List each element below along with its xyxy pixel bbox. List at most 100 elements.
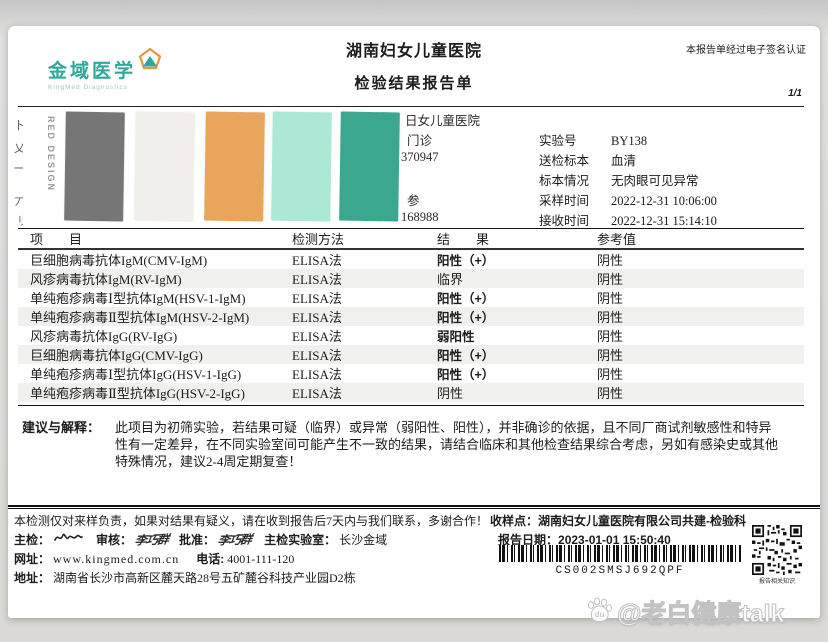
watermark-handle: @老白健康talk xyxy=(617,594,784,630)
website-value: www.kingmed.com.cn xyxy=(53,552,179,566)
phone-value: 4001-111-120 xyxy=(227,552,294,566)
qr-caption: 报告相关知识 xyxy=(752,576,802,585)
cell-ref: 阴性 xyxy=(597,249,804,269)
address-label: 地址： xyxy=(14,571,50,585)
website-line: 网址： www.kingmed.com.cn 电话: 4001-111-120 xyxy=(14,550,294,567)
table-row: 单纯疱疹病毒Ⅰ型抗体IgM(HSV-1-IgM)ELISA法阳性（+）阴性 xyxy=(18,288,804,307)
cell-method: ELISA法 xyxy=(292,249,437,269)
cell-ref: 阴性 xyxy=(597,288,804,307)
covered-label-fragment: 刂 xyxy=(14,212,23,228)
covered-label-fragment: 一 xyxy=(14,160,23,176)
kingmed-logo-subtitle: KingMed Diagnostics xyxy=(48,84,136,91)
patient-info-row: 接收时间2022-12-31 15:14:10 xyxy=(539,210,717,229)
patient-info-row: 标本情况无肉眼可见异常 xyxy=(539,170,699,189)
signature-line: 主检： 审核： 李巧群 批准： 李巧群 主检实验室： 长沙金域 xyxy=(14,531,387,548)
column-header-item: 项 目 xyxy=(18,229,292,249)
collection-point-value: 湖南妇女儿童医院有限公司共建-检验科 xyxy=(538,514,746,528)
page-number: 1/1 xyxy=(788,88,802,99)
patient-info-value: 2022-12-31 10:06:00 xyxy=(611,194,717,209)
color-swatch xyxy=(204,112,265,222)
overlay-vertical-text: RED DESIGN xyxy=(46,116,56,192)
covered-label-fragment: 丆 xyxy=(14,194,23,210)
kingmed-logo-name: 金域医学 xyxy=(48,56,136,83)
cell-ref: 阴性 xyxy=(597,345,804,364)
patient-info-row: 采样时间2022-12-31 10:06:00 xyxy=(539,190,717,209)
patient-info-fragment: 门诊 xyxy=(407,130,432,149)
cell-method: ELISA法 xyxy=(292,307,437,326)
cell-result: 阳性（+） xyxy=(437,345,597,364)
cell-result: 阳性（+） xyxy=(437,307,597,326)
cell-item: 单纯疱疹病毒Ⅱ型抗体IgM(HSV-2-IgM) xyxy=(18,307,292,326)
qr-code xyxy=(752,525,802,575)
cell-item: 巨细胞病毒抗体IgM(CMV-IgM) xyxy=(18,249,292,269)
patient-info-label: 实验号 xyxy=(539,130,611,149)
color-swatch xyxy=(339,112,400,222)
cell-item: 风疹病毒抗体IgG(RV-IgG) xyxy=(18,326,292,345)
address-line: 地址： 湖南省长沙市高新区麓天路28号五矿麓谷科技产业园D2栋 xyxy=(14,569,356,586)
advice-label: 建议与解释： xyxy=(22,417,100,436)
barcode xyxy=(499,545,741,562)
kingmed-diamond-icon xyxy=(138,48,162,75)
header-divider xyxy=(18,106,804,107)
covered-label-fragment: 卜 xyxy=(14,117,23,133)
cell-item: 巨细胞病毒抗体IgG(CMV-IgG) xyxy=(18,345,292,364)
results-table: 项 目 检测方法 结 果 参考值 巨细胞病毒抗体IgM(CMV-IgM)ELIS… xyxy=(18,229,804,402)
table-bottom-rule xyxy=(18,405,804,406)
cell-item: 单纯疱疹病毒Ⅰ型抗体IgM(HSV-1-IgM) xyxy=(18,288,292,307)
address-value: 湖南省长沙市高新区麓天路28号五矿麓谷科技产业园D2栋 xyxy=(53,571,356,585)
collection-point: 收样点：湖南妇女儿童医院有限公司共建-检验科 xyxy=(490,512,746,529)
cell-method: ELISA法 xyxy=(292,345,437,364)
table-header-row: 项 目 检测方法 结 果 参考值 xyxy=(18,229,804,249)
cell-method: ELISA法 xyxy=(292,269,437,288)
disclaimer-text: 本检测仅对来样负责，如果对结果有疑义，请在收到报告后7天内与我们联系，多谢合作！ xyxy=(14,512,488,529)
column-header-result: 结 果 xyxy=(437,229,597,249)
cell-item: 单纯疱疹病毒Ⅰ型抗体IgG(HSV-1-IgG) xyxy=(18,364,292,383)
lab-value: 长沙金域 xyxy=(339,533,387,547)
cell-result: 阳性（+） xyxy=(437,364,597,383)
cell-ref: 阴性 xyxy=(597,383,804,402)
website-label: 网址： xyxy=(14,552,50,566)
table-row: 风疹病毒抗体IgM(RV-IgM)ELISA法临界阴性 xyxy=(18,269,804,288)
covered-label-fragment: 乂 xyxy=(14,140,23,156)
baidu-paw-icon: du xyxy=(584,595,614,630)
report-photo: { "header": { "hospital": "湖南妇女儿童医院", "c… xyxy=(0,0,828,642)
reviewer-signature: 李巧群 xyxy=(134,530,170,548)
cell-result: 临界 xyxy=(437,269,597,288)
inspector-label: 主检： xyxy=(14,533,50,547)
approver-label: 批准： xyxy=(179,533,215,547)
cell-method: ELISA法 xyxy=(292,326,437,345)
cell-ref: 阴性 xyxy=(597,364,804,383)
svg-text:du: du xyxy=(595,610,605,619)
cell-result: 弱阳性 xyxy=(437,326,597,345)
patient-info-fragment: 370947 xyxy=(401,150,439,165)
advice-line: 特殊情况，建议2-4周定期复查！ xyxy=(115,451,301,470)
barcode-text: CS002SMSJ692QPF xyxy=(499,565,741,577)
column-header-method: 检测方法 xyxy=(292,229,437,249)
approver-signature: 李巧群 xyxy=(217,530,253,548)
column-header-ref: 参考值 xyxy=(597,229,804,249)
table-row: 单纯疱疹病毒Ⅰ型抗体IgG(HSV-1-IgG)ELISA法阳性（+）阴性 xyxy=(18,364,804,383)
e-signature-note: 本报告单经过电子签名认证 xyxy=(686,41,806,56)
color-swatch xyxy=(271,112,332,222)
patient-info-label: 标本情况 xyxy=(539,170,611,189)
inspector-signature xyxy=(53,533,83,547)
cell-result: 阳性（+） xyxy=(437,249,597,269)
cell-ref: 阴性 xyxy=(597,269,804,288)
collection-point-label: 收样点： xyxy=(490,514,538,528)
patient-info-value: 2022-12-31 15:14:10 xyxy=(611,214,717,229)
cell-method: ELISA法 xyxy=(292,364,437,383)
footer-divider xyxy=(8,505,820,509)
cell-method: ELISA法 xyxy=(292,288,437,307)
patient-info-row: 实验号BY138 xyxy=(539,130,647,149)
lab-label: 主检实验室： xyxy=(264,533,336,547)
kingmed-logo: 金域医学 KingMed Diagnostics xyxy=(48,56,136,91)
cell-result: 阳性（+） xyxy=(437,288,597,307)
cell-item: 风疹病毒抗体IgM(RV-IgM) xyxy=(18,269,292,288)
table-row: 巨细胞病毒抗体IgM(CMV-IgM)ELISA法阳性（+）阴性 xyxy=(18,249,804,269)
color-swatch xyxy=(134,112,195,222)
cell-ref: 阴性 xyxy=(597,326,804,345)
patient-info-label: 送检标本 xyxy=(539,150,611,169)
cell-item: 单纯疱疹病毒Ⅱ型抗体IgG(HSV-2-IgG) xyxy=(18,383,292,402)
patient-info-label: 采样时间 xyxy=(539,190,611,209)
color-swatch xyxy=(64,112,125,222)
